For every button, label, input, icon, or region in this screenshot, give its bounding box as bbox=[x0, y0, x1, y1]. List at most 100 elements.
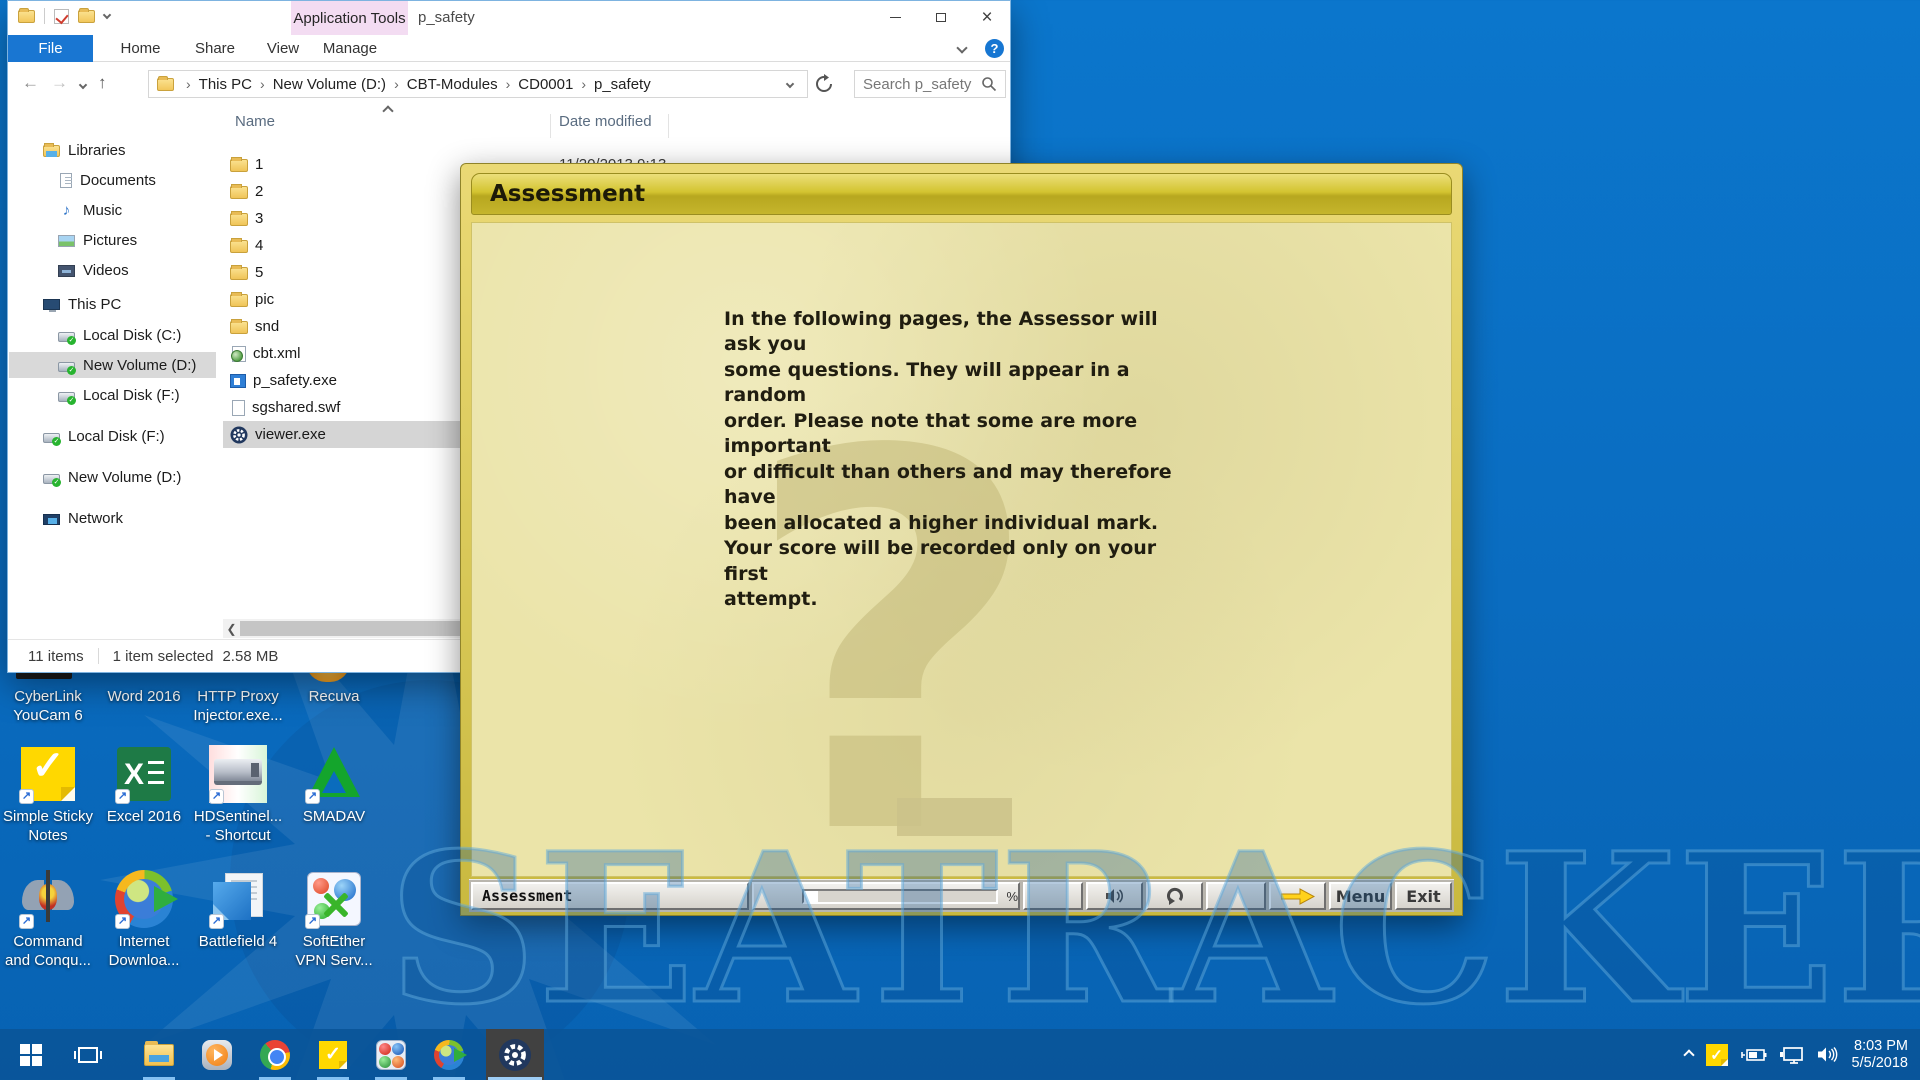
address-history-chevron-icon[interactable] bbox=[786, 80, 794, 88]
tab-home[interactable]: Home bbox=[103, 35, 178, 62]
breadcrumb-this-pc[interactable]: This PC bbox=[199, 76, 252, 93]
customize-toolbar-chevron-icon[interactable] bbox=[103, 10, 111, 18]
tray-expand-chevron-icon[interactable] bbox=[1683, 1049, 1694, 1060]
shortcut-arrow-icon: ↗ bbox=[115, 789, 130, 804]
sidebar-item-local-disk-c[interactable]: Local Disk (C:) bbox=[9, 322, 216, 348]
colored-dots-icon bbox=[376, 1040, 406, 1070]
tab-share[interactable]: Share bbox=[180, 35, 250, 62]
sidebar-item-new-volume-d-2[interactable]: New Volume (D:) bbox=[9, 464, 216, 490]
volume-icon[interactable] bbox=[1817, 1046, 1839, 1063]
column-separator[interactable] bbox=[550, 114, 551, 138]
sidebar-item-local-disk-f-2[interactable]: Local Disk (F:) bbox=[9, 423, 216, 449]
replay-button[interactable] bbox=[1146, 882, 1203, 910]
minimize-button[interactable] bbox=[872, 1, 918, 33]
battery-icon[interactable] bbox=[1741, 1047, 1767, 1063]
audio-button[interactable] bbox=[1086, 882, 1143, 910]
assessment-titlebar[interactable]: Assessment bbox=[471, 173, 1452, 215]
folder-icon[interactable] bbox=[18, 10, 35, 23]
desktop-icon-battlefield-4[interactable]: ↗ Battlefield 4 bbox=[190, 869, 286, 951]
blank-button[interactable] bbox=[1023, 882, 1083, 910]
refresh-icon[interactable] bbox=[814, 74, 834, 94]
tab-manage[interactable]: Manage bbox=[314, 35, 386, 62]
desktop-icon-internet-download-manager[interactable]: ↗ InternetDownloa... bbox=[96, 869, 192, 970]
scroll-left-icon[interactable]: ❮ bbox=[223, 622, 240, 636]
assessment-content: ? In the following pages, the Assessor w… bbox=[471, 222, 1452, 877]
desktop-icon-softether-vpn[interactable]: ↗ SoftEtherVPN Serv... bbox=[286, 869, 382, 970]
desktop-icon-word-2016[interactable]: Word 2016 bbox=[96, 684, 192, 706]
sidebar-item-music[interactable]: ♪Music bbox=[9, 197, 216, 223]
breadcrumb-p-safety[interactable]: p_safety bbox=[594, 76, 651, 93]
back-button[interactable]: ← bbox=[22, 73, 39, 93]
instruction-line: been allocated a higher individual mark. bbox=[724, 511, 1196, 536]
desktop-icon-smadav[interactable]: ↗ SMADAV bbox=[286, 744, 382, 826]
tray-sticky-notes-icon[interactable]: ✓ bbox=[1706, 1044, 1728, 1066]
taskbar-sticky-notes[interactable]: ✓ bbox=[304, 1029, 362, 1080]
application-tools-tab[interactable]: Application Tools bbox=[291, 1, 408, 35]
sidebar-label: Pictures bbox=[83, 232, 137, 249]
desktop-icon-excel-2016[interactable]: X ↗ Excel 2016 bbox=[96, 744, 192, 826]
sidebar-item-network[interactable]: Network bbox=[9, 505, 216, 531]
taskbar-file-explorer[interactable] bbox=[130, 1029, 188, 1080]
system-tray: ✓ 8:03 PM 5/5/2018 bbox=[1685, 1029, 1920, 1080]
desktop-icon-http-proxy-injector[interactable]: HTTP ProxyInjector.exe... bbox=[190, 684, 286, 725]
libraries-icon bbox=[43, 145, 60, 157]
column-header-date-modified[interactable]: Date modified bbox=[559, 113, 652, 130]
sidebar-label: Documents bbox=[80, 172, 156, 189]
desktop-icon-command-and-conquer[interactable]: ↗ Commandand Conqu... bbox=[0, 869, 96, 970]
sidebar-item-videos[interactable]: Videos bbox=[9, 257, 216, 283]
desktop-icon-simple-sticky-notes[interactable]: ✓ ↗ Simple StickyNotes bbox=[0, 744, 96, 845]
up-button[interactable]: ↑ bbox=[98, 73, 107, 93]
sort-ascending-icon[interactable] bbox=[382, 105, 393, 116]
properties-check-icon[interactable] bbox=[54, 9, 69, 24]
menu-button[interactable]: Menu bbox=[1329, 882, 1392, 910]
sidebar-item-documents[interactable]: Documents bbox=[9, 167, 216, 193]
instruction-line: some questions. They will appear in a ra… bbox=[724, 358, 1196, 409]
column-separator[interactable] bbox=[668, 114, 669, 138]
sidebar-label: New Volume (D:) bbox=[68, 469, 181, 486]
search-icon bbox=[981, 76, 997, 92]
desktop-icon-hdsentinel[interactable]: ↗ HDSentinel...- Shortcut bbox=[190, 744, 286, 845]
breadcrumb-new-volume-d[interactable]: New Volume (D:) bbox=[273, 76, 386, 93]
taskbar-media-player[interactable] bbox=[188, 1029, 246, 1080]
shortcut-arrow-icon: ↗ bbox=[19, 914, 34, 929]
new-folder-icon[interactable] bbox=[78, 10, 95, 23]
column-header-name[interactable]: Name bbox=[235, 113, 275, 130]
network-icon[interactable] bbox=[1780, 1046, 1804, 1064]
help-button[interactable]: ? bbox=[985, 39, 1004, 58]
desktop-icon-cyberlink-youcam[interactable]: CyberLinkYouCam 6 bbox=[0, 684, 96, 725]
sidebar-item-new-volume-d[interactable]: New Volume (D:) bbox=[9, 352, 216, 378]
file-name: 5 bbox=[255, 264, 263, 281]
maximize-button[interactable] bbox=[918, 1, 964, 33]
icon-label: CyberLink bbox=[13, 687, 83, 706]
desktop-icon-recuva[interactable]: Recuva bbox=[286, 684, 382, 706]
sidebar-item-this-pc[interactable]: This PC bbox=[9, 291, 216, 317]
taskbar-clock[interactable]: 8:03 PM 5/5/2018 bbox=[1852, 1038, 1908, 1072]
taskbar-idm[interactable] bbox=[420, 1029, 478, 1080]
search-input[interactable]: Search p_safety bbox=[854, 70, 1006, 98]
breadcrumb[interactable]: › This PC › New Volume (D:) › CBT-Module… bbox=[148, 70, 808, 98]
search-placeholder: Search p_safety bbox=[863, 76, 971, 93]
tab-view[interactable]: View bbox=[252, 35, 314, 62]
blank-button[interactable] bbox=[1206, 882, 1266, 910]
sidebar-item-local-disk-f[interactable]: Local Disk (F:) bbox=[9, 382, 216, 408]
next-button[interactable] bbox=[1269, 882, 1326, 910]
icon-label: Battlefield 4 bbox=[199, 932, 277, 951]
breadcrumb-cbt-modules[interactable]: CBT-Modules bbox=[407, 76, 498, 93]
tab-file[interactable]: File bbox=[8, 35, 93, 62]
start-button[interactable] bbox=[8, 1029, 54, 1080]
breadcrumb-cd0001[interactable]: CD0001 bbox=[518, 76, 573, 93]
taskbar-viewer-active[interactable] bbox=[486, 1029, 544, 1080]
taskbar-chrome[interactable] bbox=[246, 1029, 304, 1080]
scrollbar-thumb[interactable] bbox=[240, 621, 470, 636]
exit-button[interactable]: Exit bbox=[1395, 882, 1452, 910]
recent-locations-chevron-icon[interactable] bbox=[79, 81, 87, 89]
taskbar-dots-app[interactable] bbox=[362, 1029, 420, 1080]
task-view-button[interactable] bbox=[64, 1029, 112, 1080]
quick-access-toolbar bbox=[18, 8, 110, 24]
sidebar-item-libraries[interactable]: Libraries bbox=[9, 137, 216, 163]
sidebar-item-pictures[interactable]: Pictures bbox=[9, 227, 216, 253]
expand-ribbon-chevron-icon[interactable] bbox=[956, 42, 967, 53]
instruction-line: Your score will be recorded only on your… bbox=[724, 536, 1196, 587]
close-button[interactable]: × bbox=[964, 1, 1010, 33]
forward-button[interactable]: → bbox=[51, 73, 68, 93]
